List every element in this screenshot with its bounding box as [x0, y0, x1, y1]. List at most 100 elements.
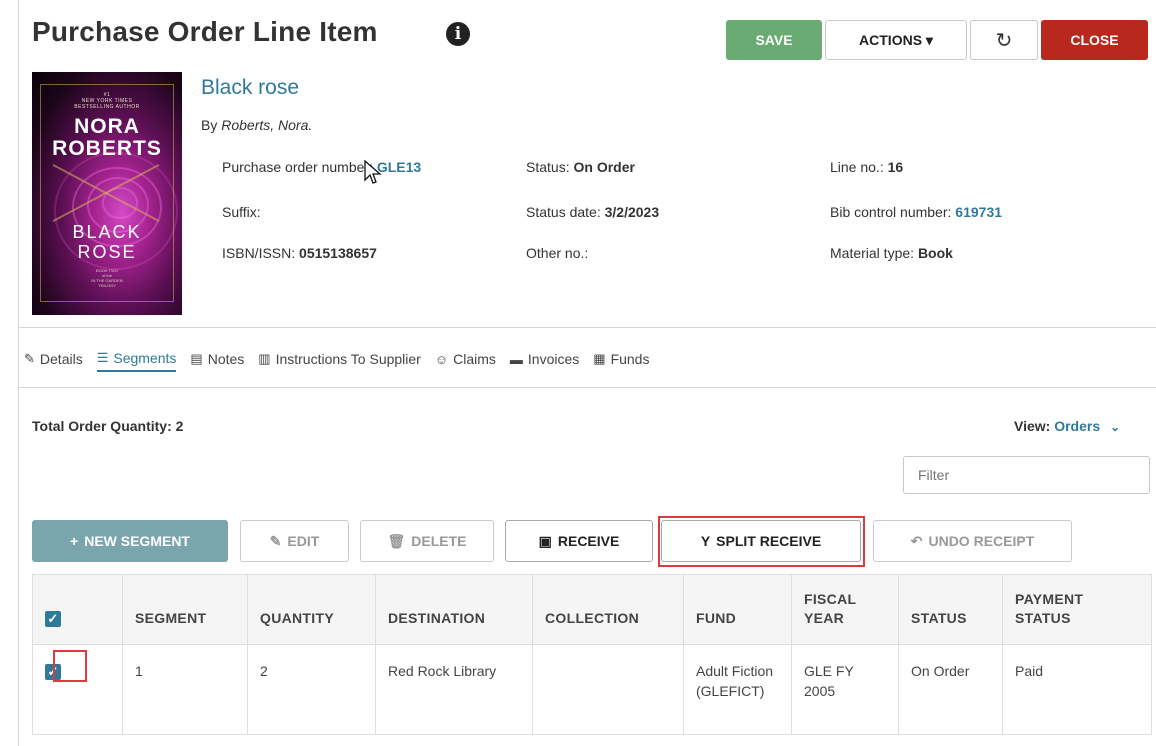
header-divider: [18, 327, 1156, 328]
edit-icon: ✎: [24, 351, 35, 366]
column-header[interactable]: FISCAL YEAR: [791, 574, 899, 645]
save-button[interactable]: SAVE: [726, 20, 822, 60]
book-title-link[interactable]: Black rose: [201, 76, 299, 100]
status-value: On Order: [573, 159, 635, 175]
cover-title-1: BLACK: [72, 222, 142, 242]
line-number-label: Line no.:: [830, 159, 884, 175]
tab-claims[interactable]: ☺ Claims: [435, 348, 496, 370]
tab-segments[interactable]: ☰ Segments: [96, 348, 177, 372]
status-date-value: 3/2/2023: [604, 204, 660, 220]
status-cell: On Order: [898, 644, 1003, 735]
by-label: By: [201, 117, 218, 133]
bib-control-link[interactable]: 619731: [955, 204, 1002, 220]
page-title: Purchase Order Line Item: [32, 16, 378, 47]
filter-input[interactable]: [903, 456, 1150, 494]
bib-control-label: Bib control number:: [830, 204, 952, 220]
collection-cell: [532, 644, 684, 735]
view-value: Orders: [1054, 418, 1101, 434]
cover-author: NORA ROBERTS: [32, 116, 182, 160]
cover-series: BOOK TWO of the IN THE GARDEN TRILOGY: [32, 268, 182, 288]
segment-cell: 1: [122, 644, 248, 735]
new-segment-button[interactable]: + NEW SEGMENT: [32, 520, 228, 562]
material-type-field: Material type: Book: [830, 245, 953, 261]
tab-instructions-to-supplier[interactable]: ▥ Instructions To Supplier: [258, 348, 421, 370]
split-receive-highlight: [658, 516, 865, 567]
caret-down-icon: ▾: [925, 31, 933, 48]
building-icon: ▥: [258, 351, 271, 366]
tabs-divider: [18, 387, 1156, 388]
material-type-label: Material type:: [830, 245, 915, 261]
info-icon[interactable]: i: [446, 22, 470, 46]
column-header[interactable]: DESTINATION: [375, 574, 533, 645]
isbn-field: ISBN/ISSN: 0515138657: [222, 245, 377, 261]
view-label: View:: [1014, 418, 1051, 434]
receive-label: RECEIVE: [557, 533, 620, 549]
other-number-label: Other no.:: [526, 245, 589, 261]
money-icon: ▬: [509, 351, 523, 367]
tab-funds-label: Funds: [610, 351, 650, 367]
destination-cell: Red Rock Library: [375, 644, 533, 735]
bib-control-field: Bib control number: 619731: [830, 204, 1002, 220]
refresh-icon: ↻: [995, 29, 1013, 52]
line-number-field: Line no.: 16: [830, 159, 903, 175]
tab-details-label: Details: [39, 351, 83, 367]
column-header[interactable]: SEGMENT: [122, 574, 248, 645]
tab-details[interactable]: ✎ Details: [24, 348, 83, 370]
close-button[interactable]: CLOSE: [1041, 20, 1148, 60]
list-icon: ☰: [96, 350, 109, 365]
tab-notes-label: Notes: [207, 351, 245, 367]
delete-label: DELETE: [411, 533, 467, 549]
author-name: Roberts, Nora.: [221, 117, 313, 133]
po-number-link[interactable]: GLE13: [377, 159, 421, 175]
column-header[interactable]: FUND: [683, 574, 792, 645]
view-selector[interactable]: View: Orders ⌄: [1014, 418, 1120, 434]
mouse-cursor-icon: [364, 160, 382, 184]
book-cover-image: #1 NEW YORK TIMES BESTSELLING AUTHOR NOR…: [32, 72, 182, 315]
undo-icon: ↶: [910, 532, 923, 549]
fiscal-year-cell: GLE FY 2005: [791, 644, 899, 735]
column-header[interactable]: QUANTITY: [247, 574, 376, 645]
actions-label: ACTIONS: [859, 31, 923, 48]
cover-tagline: #1 NEW YORK TIMES BESTSELLING AUTHOR: [32, 92, 182, 110]
undo-receipt-button[interactable]: ↶ UNDO RECEIPT: [873, 520, 1072, 562]
cover-title-2: ROSE: [77, 242, 137, 262]
byline: By Roberts, Nora.: [201, 117, 312, 133]
table-row[interactable]: ✓ 1 2 Red Rock Library Adult Fiction (GL…: [32, 644, 1152, 735]
notes-icon: ▤: [190, 351, 203, 366]
receive-box-icon: ▣: [538, 532, 552, 549]
suffix-label: Suffix:: [222, 204, 261, 220]
bank-icon: ▦: [593, 351, 606, 366]
receive-button[interactable]: ▣ RECEIVE: [505, 520, 653, 562]
isbn-label: ISBN/ISSN:: [222, 245, 296, 261]
segments-table: ✓ SEGMENT QUANTITY DESTINATION COLLECTIO…: [32, 574, 1152, 735]
fund-cell: Adult Fiction (GLEFICT): [683, 644, 792, 735]
cover-series-4: TRILOGY: [98, 283, 116, 288]
tab-segments-label: Segments: [113, 350, 177, 366]
total-order-quantity: Total Order Quantity: 2: [32, 418, 184, 434]
other-number-field: Other no.:: [526, 245, 588, 261]
status-field: Status: On Order: [526, 159, 635, 175]
tab-funds[interactable]: ▦ Funds: [593, 348, 649, 370]
edit-label: EDIT: [287, 533, 320, 549]
delete-button[interactable]: 🗑 DELETE: [360, 520, 494, 562]
plus-icon: +: [70, 533, 79, 549]
column-header[interactable]: PAYMENT STATUS: [1002, 574, 1152, 645]
select-all-checkbox[interactable]: ✓: [45, 611, 61, 627]
trash-icon: 🗑: [387, 532, 406, 549]
column-header[interactable]: COLLECTION: [532, 574, 684, 645]
actions-dropdown-button[interactable]: ACTIONS ▾: [825, 20, 967, 60]
status-date-label: Status date:: [526, 204, 601, 220]
payment-status-cell: Paid: [1002, 644, 1152, 735]
tab-bar: ✎ Details ☰ Segments ▤ Notes ▥ Instructions …: [24, 348, 663, 372]
cover-author-1: NORA: [74, 115, 140, 138]
suffix-field: Suffix:: [222, 204, 261, 220]
column-header[interactable]: STATUS: [898, 574, 1003, 645]
tab-notes[interactable]: ▤ Notes: [190, 348, 244, 370]
line-number-value: 16: [887, 159, 904, 175]
cover-title: BLACK ROSE: [32, 222, 182, 262]
smile-icon: ☺: [434, 351, 449, 367]
po-number-label: Purchase order number:: [222, 159, 373, 175]
edit-button[interactable]: ✎ EDIT: [240, 520, 349, 562]
refresh-button[interactable]: ↻: [970, 20, 1038, 60]
tab-invoices[interactable]: ▬ Invoices: [510, 348, 579, 370]
